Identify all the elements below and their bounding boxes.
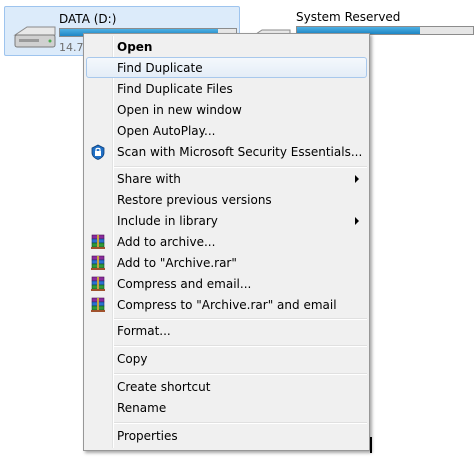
submenu-arrow-icon: [355, 217, 359, 225]
menu-item-find-duplicate[interactable]: Find Duplicate: [86, 57, 367, 78]
menu-separator: [114, 422, 367, 424]
security-essentials-icon: [91, 144, 105, 160]
winrar-icon: [91, 276, 105, 291]
text-cursor-icon: [370, 437, 372, 453]
drive-free-space: 14.7: [59, 41, 84, 54]
menu-item-add-to-archive[interactable]: Add to archive...: [86, 231, 367, 252]
menu-item-find-duplicate-files[interactable]: Find Duplicate Files: [86, 78, 367, 99]
winrar-icon: [91, 297, 105, 312]
menu-item-open[interactable]: Open: [86, 36, 367, 57]
context-menu: Open Find Duplicate Find Duplicate Files…: [83, 33, 370, 451]
drive-name: DATA (D:): [59, 12, 117, 26]
menu-item-compress-and-email[interactable]: Compress and email...: [86, 273, 367, 294]
menu-item-open-autoplay[interactable]: Open AutoPlay...: [86, 120, 367, 141]
menu-item-restore-previous-versions[interactable]: Restore previous versions: [86, 189, 367, 210]
menu-item-rename[interactable]: Rename: [86, 397, 367, 418]
menu-item-copy[interactable]: Copy: [86, 348, 367, 369]
menu-separator: [114, 373, 367, 375]
menu-item-open-new-window[interactable]: Open in new window: [86, 99, 367, 120]
submenu-arrow-icon: [355, 175, 359, 183]
drive-name: System Reserved: [296, 10, 401, 24]
menu-item-format[interactable]: Format...: [86, 320, 367, 341]
winrar-icon: [91, 255, 105, 270]
menu-item-share-with[interactable]: Share with: [86, 168, 367, 189]
menu-item-properties[interactable]: Properties: [86, 425, 367, 446]
menu-item-add-to-archive-rar[interactable]: Add to "Archive.rar": [86, 252, 367, 273]
menu-item-compress-archive-rar-email[interactable]: Compress to "Archive.rar" and email: [86, 294, 367, 315]
winrar-icon: [91, 234, 105, 249]
menu-item-create-shortcut[interactable]: Create shortcut: [86, 376, 367, 397]
menu-item-scan-security-essentials[interactable]: Scan with Microsoft Security Essentials.…: [86, 141, 367, 162]
hard-drive-icon: [13, 26, 56, 48]
menu-item-include-in-library[interactable]: Include in library: [86, 210, 367, 231]
menu-separator: [114, 345, 367, 347]
